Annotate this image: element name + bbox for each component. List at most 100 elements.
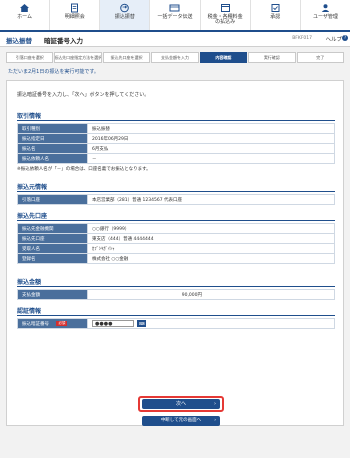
row-value: － — [87, 153, 335, 164]
data-icon — [169, 3, 180, 13]
screen-id: BFKF017 — [292, 36, 312, 41]
table-row: 振込先口座 東支店（444）普通 4444444 — [17, 233, 335, 244]
tax-icon — [220, 3, 231, 13]
row-label: 振込依頼人名 — [17, 153, 88, 164]
table-row: 登録名 株式会社 ○○金融 — [17, 253, 335, 264]
transaction-note: ※振込依頼人名が「－」の場合は、口座名義でお振込となります。 — [17, 167, 151, 172]
row-label: 振込指定日 — [17, 133, 88, 144]
row-value: 2016年06月29日 — [87, 133, 335, 144]
nav-data-transmission[interactable]: 一括データ伝送 — [150, 0, 201, 30]
progress-steps: 引落口座を選択 振込先口座指定方法を選択 振込先口座を選択 支払金額を入力 内容… — [6, 52, 344, 63]
auth-table: 振込暗証番号 必須 ●●●● ⌨ — [17, 318, 335, 329]
nav-label: 明細照会 — [64, 14, 85, 20]
page-title: 暗証番号入力 — [44, 37, 83, 45]
app-frame: ホーム 明細照会 振込振替 一括データ伝送 税金・各種料金 の払込み 承認 ユー… — [0, 0, 350, 458]
row-label: 振込先口座 — [17, 233, 88, 244]
back-button-label: 中断して元の画面へ — [160, 418, 202, 423]
next-button[interactable]: 次へ › — [142, 399, 220, 409]
transfer-icon — [119, 3, 130, 13]
row-value: ○○銀行（9999） — [87, 223, 335, 234]
row-value: 東支店（444）普通 4444444 — [87, 233, 335, 244]
row-label: 振込名 — [17, 143, 88, 154]
nav-user-admin[interactable]: ユーザ管理 — [301, 0, 350, 30]
row-label: 受取人名 — [17, 243, 88, 254]
table-row: 振込依頼人名 － — [17, 153, 335, 164]
section-title-auth: 認証情報 — [17, 308, 42, 315]
notice-text: ただいま2月1日の振込を実行可能です。 — [8, 69, 99, 75]
row-value: ｶﾌﾞｼｷｶﾞｲｼｬ — [87, 243, 335, 254]
section-divider — [17, 191, 335, 192]
section-title-amount: 振込金額 — [17, 279, 42, 286]
document-icon — [69, 3, 80, 13]
chevron-right-icon: › — [214, 418, 216, 423]
nav-tax-payment[interactable]: 税金・各種料金 の払込み — [201, 0, 251, 30]
next-button-label: 次へ — [175, 401, 186, 407]
nav-home[interactable]: ホーム — [0, 0, 51, 30]
nav-label: ユーザ管理 — [312, 14, 338, 20]
required-badge: 必須 — [56, 320, 68, 326]
nav-transfer[interactable]: 振込振替 — [100, 0, 151, 30]
table-row: 振込暗証番号 必須 ●●●● ⌨ — [17, 318, 335, 329]
destination-table: 振込先金融機関 ○○銀行（9999） 振込先口座 東支店（444）普通 4444… — [17, 223, 335, 264]
transaction-table: 取引種別 振込振替 振込指定日 2016年06月29日 振込名 6月支払 振込依… — [17, 123, 335, 164]
row-label: 支払金額 — [17, 289, 88, 300]
row-value: 本店営業部（281）普通 1234567 代表口座 — [87, 194, 335, 205]
step-3: 振込先口座を選択 — [102, 52, 151, 63]
nav-label: 承認 — [270, 14, 281, 20]
step-2: 振込先口座指定方法を選択 — [54, 52, 102, 63]
row-value: ●●●● ⌨ — [87, 318, 335, 329]
row-label: 振込暗証番号 必須 — [17, 318, 88, 329]
table-row: 振込先金融機関 ○○銀行（9999） — [17, 223, 335, 234]
row-value: 6月支払 — [87, 143, 335, 154]
pin-input[interactable]: ●●●● — [92, 320, 134, 327]
user-icon — [320, 3, 331, 13]
software-keyboard-icon[interactable]: ⌨ — [137, 320, 147, 327]
source-table: 引落口座 本店営業部（281）普通 1234567 代表口座 — [17, 194, 335, 205]
nav-label: 振込振替 — [114, 14, 135, 20]
table-row: 支払金額 90,000円 — [17, 289, 335, 300]
section-divider — [17, 220, 335, 221]
amount-table: 支払金額 90,000円 — [17, 289, 335, 300]
table-row: 受取人名 ｶﾌﾞｼｷｶﾞｲｼｬ — [17, 243, 335, 254]
nav-statement[interactable]: 明細照会 — [50, 0, 101, 30]
nav-label: 一括データ伝送 — [157, 14, 193, 20]
chevron-right-icon: › — [214, 401, 216, 407]
row-label: 振込先金融機関 — [17, 223, 88, 234]
nav-label: ホーム — [17, 14, 32, 20]
row-label: 取引種別 — [17, 123, 88, 134]
nav-label: 税金・各種料金 の払込み — [207, 14, 243, 26]
help-icon[interactable]: ? — [342, 35, 348, 41]
back-button[interactable]: 中断して元の画面へ › — [142, 416, 220, 426]
table-row: 引落口座 本店営業部（281）普通 1234567 代表口座 — [17, 194, 335, 205]
section-title-destination: 振込先口座 — [17, 213, 48, 220]
row-value: 振込振替 — [87, 123, 335, 134]
section-title-source: 振込元情報 — [17, 184, 48, 191]
row-label: 引落口座 — [17, 194, 88, 205]
nav-approval[interactable]: 承認 — [251, 0, 301, 30]
section-title-transaction: 取引情報 — [17, 113, 42, 120]
step-1: 引落口座を選択 — [6, 52, 54, 63]
page-category: 振込振替 — [6, 37, 32, 45]
step-7: 完了 — [296, 52, 344, 63]
approval-icon — [270, 3, 281, 13]
pin-label: 振込暗証番号 — [22, 321, 49, 327]
section-divider — [17, 120, 335, 121]
table-row: 振込指定日 2016年06月29日 — [17, 133, 335, 144]
main-panel: 振込暗証番号を入力し、「次へ」ボタンを押してください。 取引情報 取引種別 振込… — [6, 80, 344, 426]
amount-value: 90,000円 — [181, 292, 202, 298]
main-nav: ホーム 明細照会 振込振替 一括データ伝送 税金・各種料金 の払込み 承認 ユー… — [0, 0, 350, 32]
instruction-text: 振込暗証番号を入力し、「次へ」ボタンを押してください。 — [17, 92, 150, 98]
step-4: 支払金額を入力 — [151, 52, 199, 63]
row-value: 株式会社 ○○金融 — [87, 253, 335, 264]
section-divider — [17, 315, 335, 316]
table-row: 振込名 6月支払 — [17, 143, 335, 154]
section-divider — [17, 286, 335, 287]
table-row: 取引種別 振込振替 — [17, 123, 335, 134]
title-bar: 振込振替 暗証番号入力 BFKF017 ヘルプ ? — [0, 32, 350, 47]
help-link[interactable]: ヘルプ — [325, 35, 342, 43]
step-6: 実行確認 — [248, 52, 296, 63]
row-label: 登録名 — [17, 253, 88, 264]
home-icon — [19, 3, 30, 13]
row-value: 90,000円 — [87, 289, 335, 300]
step-5-current: 内容確認 — [199, 52, 248, 63]
